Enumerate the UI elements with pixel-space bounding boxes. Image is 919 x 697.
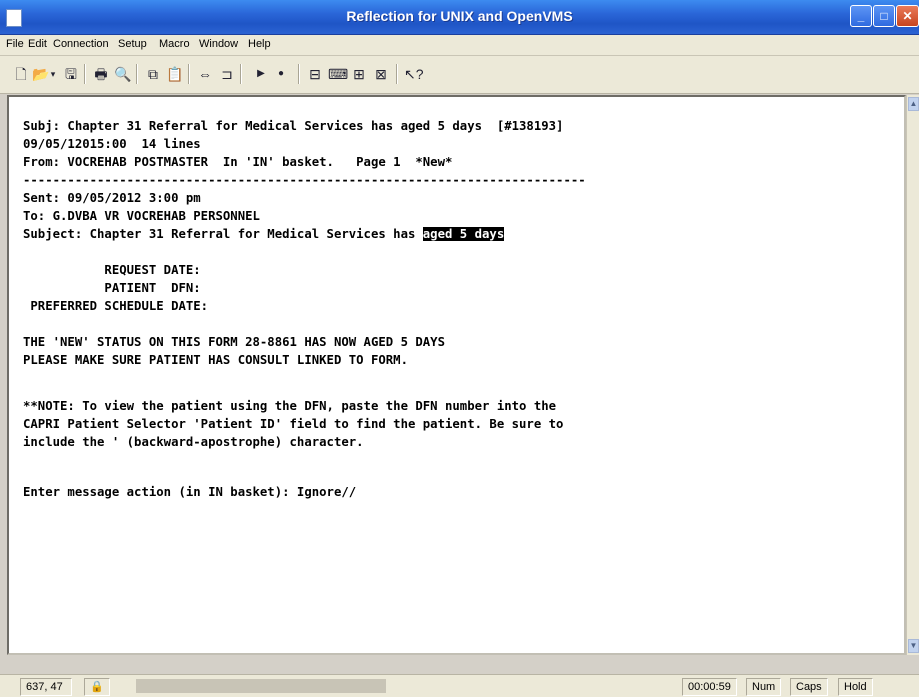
scroll-down-icon[interactable]: ▼ xyxy=(908,639,919,653)
vertical-scrollbar[interactable]: ▲ ▼ xyxy=(906,95,919,655)
menu-connection[interactable]: Connection xyxy=(53,38,109,50)
selected-text[interactable]: aged 5 days xyxy=(422,227,505,241)
terminal-line: CAPRI Patient Selector 'Patient ID' fiel… xyxy=(23,417,564,431)
hold-indicator: Hold xyxy=(838,678,873,696)
progress-bar xyxy=(136,679,386,693)
status-bar: 637, 47 🔒 00:00:59 Num Caps Hold xyxy=(0,674,919,697)
terminal-line: THE 'NEW' STATUS ON THIS FORM 28-8861 HA… xyxy=(23,335,445,349)
connection-timer: 00:00:59 xyxy=(682,678,737,696)
minimize-button[interactable]: _ xyxy=(850,5,872,27)
terminal-line: ----------------------------------------… xyxy=(23,173,586,187)
terminal-line: Subj: Chapter 31 Referral for Medical Se… xyxy=(23,119,564,133)
disconnect-icon[interactable]: ⊐ xyxy=(218,65,236,83)
terminal-line: Subject: Chapter 31 Referral for Medical… xyxy=(23,225,505,243)
menu-file[interactable]: File xyxy=(6,38,24,50)
toolbar-separator xyxy=(136,64,138,84)
scroll-up-icon[interactable]: ▲ xyxy=(908,97,919,111)
find-icon[interactable]: 🔍 xyxy=(114,65,132,83)
close-button[interactable]: ✕ xyxy=(896,5,919,27)
toolbar-separator xyxy=(84,64,86,84)
window-title: Reflection for UNIX and OpenVMS xyxy=(346,8,573,24)
setup-icon-2[interactable]: ⌨ xyxy=(328,65,348,83)
title-bar[interactable]: Reflection for UNIX and OpenVMS _ □ ✕ xyxy=(0,0,919,35)
setup-icon-1[interactable]: ⊟ xyxy=(306,65,324,83)
maximize-button[interactable]: □ xyxy=(873,5,895,27)
print-icon[interactable]: 🖶 xyxy=(92,65,110,83)
play-icon[interactable]: ▶ xyxy=(252,65,270,83)
terminal-line: PLEASE MAKE SURE PATIENT HAS CONSULT LIN… xyxy=(23,353,408,367)
copy-icon[interactable]: ⧉ xyxy=(144,65,162,83)
num-lock-indicator: Num xyxy=(746,678,782,696)
menu-edit[interactable]: Edit xyxy=(28,38,47,50)
terminal-line: To: G.DVBA VR VOCREHAB PERSONNEL xyxy=(23,209,260,223)
paste-icon[interactable]: 📋 xyxy=(166,65,184,83)
terminal-line: Sent: 09/05/2012 3:00 pm xyxy=(23,191,201,205)
lock-icon: 🔒 xyxy=(84,678,110,696)
setup-icon-3[interactable]: ⊞ xyxy=(350,65,368,83)
toolbar: 🗋 📂 ▾ 🖫 🖶 🔍 ⧉ 📋 ⇔ ⊐ ▶ ● ⊟ ⌨ ⊞ ⊠ ↖? xyxy=(0,56,919,94)
toolbar-separator xyxy=(396,64,398,84)
toolbar-separator xyxy=(188,64,190,84)
terminal-line: REQUEST DATE: xyxy=(23,263,201,277)
terminal-prompt[interactable]: Enter message action (in IN basket): Ign… xyxy=(23,483,356,501)
menu-window[interactable]: Window xyxy=(199,38,238,50)
terminal-line: 09/05/12015:00 14 lines xyxy=(23,137,201,151)
menu-setup[interactable]: Setup xyxy=(118,38,147,50)
help-pointer-icon[interactable]: ↖? xyxy=(404,65,424,83)
terminal-screen[interactable]: Subj: Chapter 31 Referral for Medical Se… xyxy=(7,95,906,655)
toolbar-separator xyxy=(298,64,300,84)
menu-help[interactable]: Help xyxy=(248,38,271,50)
setup-icon-4[interactable]: ⊠ xyxy=(372,65,390,83)
new-icon[interactable]: 🗋 xyxy=(12,65,30,83)
terminal-line: From: VOCREHAB POSTMASTER In 'IN' basket… xyxy=(23,155,453,169)
cursor-position: 637, 47 xyxy=(20,678,72,696)
save-icon[interactable]: 🖫 xyxy=(62,65,80,83)
terminal-line: **NOTE: To view the patient using the DF… xyxy=(23,399,557,413)
terminal-line: include the ' (backward-apostrophe) char… xyxy=(23,435,364,449)
menu-macro[interactable]: Macro xyxy=(159,38,190,50)
record-icon[interactable]: ● xyxy=(272,65,290,83)
caps-lock-indicator: Caps xyxy=(790,678,828,696)
dropdown-arrow-icon[interactable]: ▾ xyxy=(48,65,58,83)
connect-icon[interactable]: ⇔ xyxy=(196,65,214,83)
toolbar-separator xyxy=(240,64,242,84)
menu-bar: File Edit Connection Setup Macro Window … xyxy=(0,35,919,56)
subject-text: Subject: Chapter 31 Referral for Medical… xyxy=(23,227,423,241)
terminal-line: PREFERRED SCHEDULE DATE: xyxy=(23,299,209,313)
terminal-line: PATIENT DFN: xyxy=(23,281,201,295)
